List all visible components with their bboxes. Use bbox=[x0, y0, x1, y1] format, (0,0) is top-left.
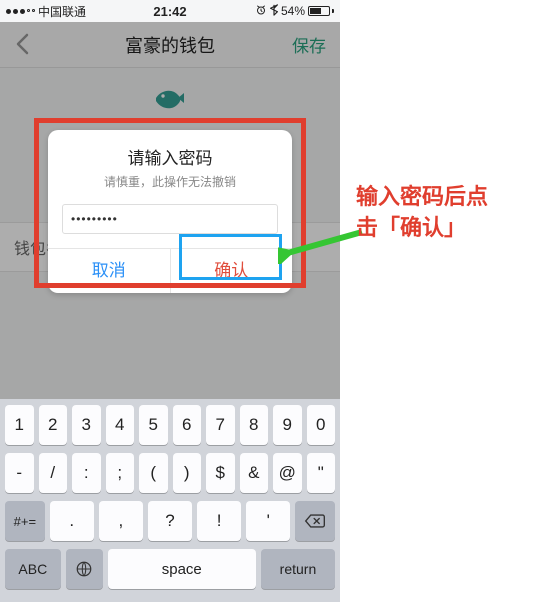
backspace-icon bbox=[304, 513, 326, 529]
annotation-callout: 输入密码后点 击「确认」 bbox=[356, 182, 536, 244]
keyboard-row-2: - / : ; ( ) $ & @ " bbox=[3, 453, 337, 493]
key-9[interactable]: 9 bbox=[273, 405, 302, 445]
phone-frame: 中国联通 21:42 54% 富豪的钱包 保存 bbox=[0, 0, 340, 602]
key-comma[interactable]: , bbox=[99, 501, 143, 541]
annotation-arrow-icon bbox=[278, 224, 364, 264]
key-quote[interactable]: " bbox=[307, 453, 336, 493]
annotation-blue-box bbox=[179, 234, 282, 280]
key-dash[interactable]: - bbox=[5, 453, 34, 493]
key-6[interactable]: 6 bbox=[173, 405, 202, 445]
key-colon[interactable]: : bbox=[72, 453, 101, 493]
globe-icon bbox=[75, 560, 93, 578]
key-abc[interactable]: ABC bbox=[5, 549, 61, 589]
key-amp[interactable]: & bbox=[240, 453, 269, 493]
keyboard: 1 2 3 4 5 6 7 8 9 0 - / : ; ( ) $ & @ " … bbox=[0, 399, 340, 602]
key-3[interactable]: 3 bbox=[72, 405, 101, 445]
key-exclaim[interactable]: ! bbox=[197, 501, 241, 541]
key-symbol-toggle[interactable]: #+= bbox=[5, 501, 45, 541]
key-apostrophe[interactable]: ' bbox=[246, 501, 290, 541]
keyboard-row-1: 1 2 3 4 5 6 7 8 9 0 bbox=[3, 405, 337, 445]
key-question[interactable]: ? bbox=[148, 501, 192, 541]
battery-icon bbox=[308, 6, 334, 16]
key-8[interactable]: 8 bbox=[240, 405, 269, 445]
key-return[interactable]: return bbox=[261, 549, 335, 589]
alarm-icon bbox=[255, 4, 267, 19]
key-lparen[interactable]: ( bbox=[139, 453, 168, 493]
annotation-line-2: 击「确认」 bbox=[356, 213, 536, 244]
status-right: 54% bbox=[255, 4, 334, 19]
key-dollar[interactable]: $ bbox=[206, 453, 235, 493]
key-2[interactable]: 2 bbox=[39, 405, 68, 445]
key-globe[interactable] bbox=[66, 549, 103, 589]
key-semicolon[interactable]: ; bbox=[106, 453, 135, 493]
key-1[interactable]: 1 bbox=[5, 405, 34, 445]
status-left: 中国联通 bbox=[6, 3, 86, 20]
key-slash[interactable]: / bbox=[39, 453, 68, 493]
keyboard-row-4: ABC space return bbox=[3, 549, 337, 589]
signal-dots-icon bbox=[6, 9, 35, 14]
keyboard-row-3: #+= . , ? ! ' bbox=[3, 501, 337, 541]
key-at[interactable]: @ bbox=[273, 453, 302, 493]
key-period[interactable]: . bbox=[50, 501, 94, 541]
key-7[interactable]: 7 bbox=[206, 405, 235, 445]
key-backspace[interactable] bbox=[295, 501, 335, 541]
annotation-line-1: 输入密码后点 bbox=[356, 182, 536, 213]
carrier-label: 中国联通 bbox=[38, 3, 86, 20]
status-bar: 中国联通 21:42 54% bbox=[0, 0, 340, 22]
key-0[interactable]: 0 bbox=[307, 405, 336, 445]
bluetooth-icon bbox=[270, 4, 278, 19]
key-rparen[interactable]: ) bbox=[173, 453, 202, 493]
key-5[interactable]: 5 bbox=[139, 405, 168, 445]
key-space[interactable]: space bbox=[108, 549, 256, 589]
key-4[interactable]: 4 bbox=[106, 405, 135, 445]
battery-pct: 54% bbox=[281, 4, 305, 18]
